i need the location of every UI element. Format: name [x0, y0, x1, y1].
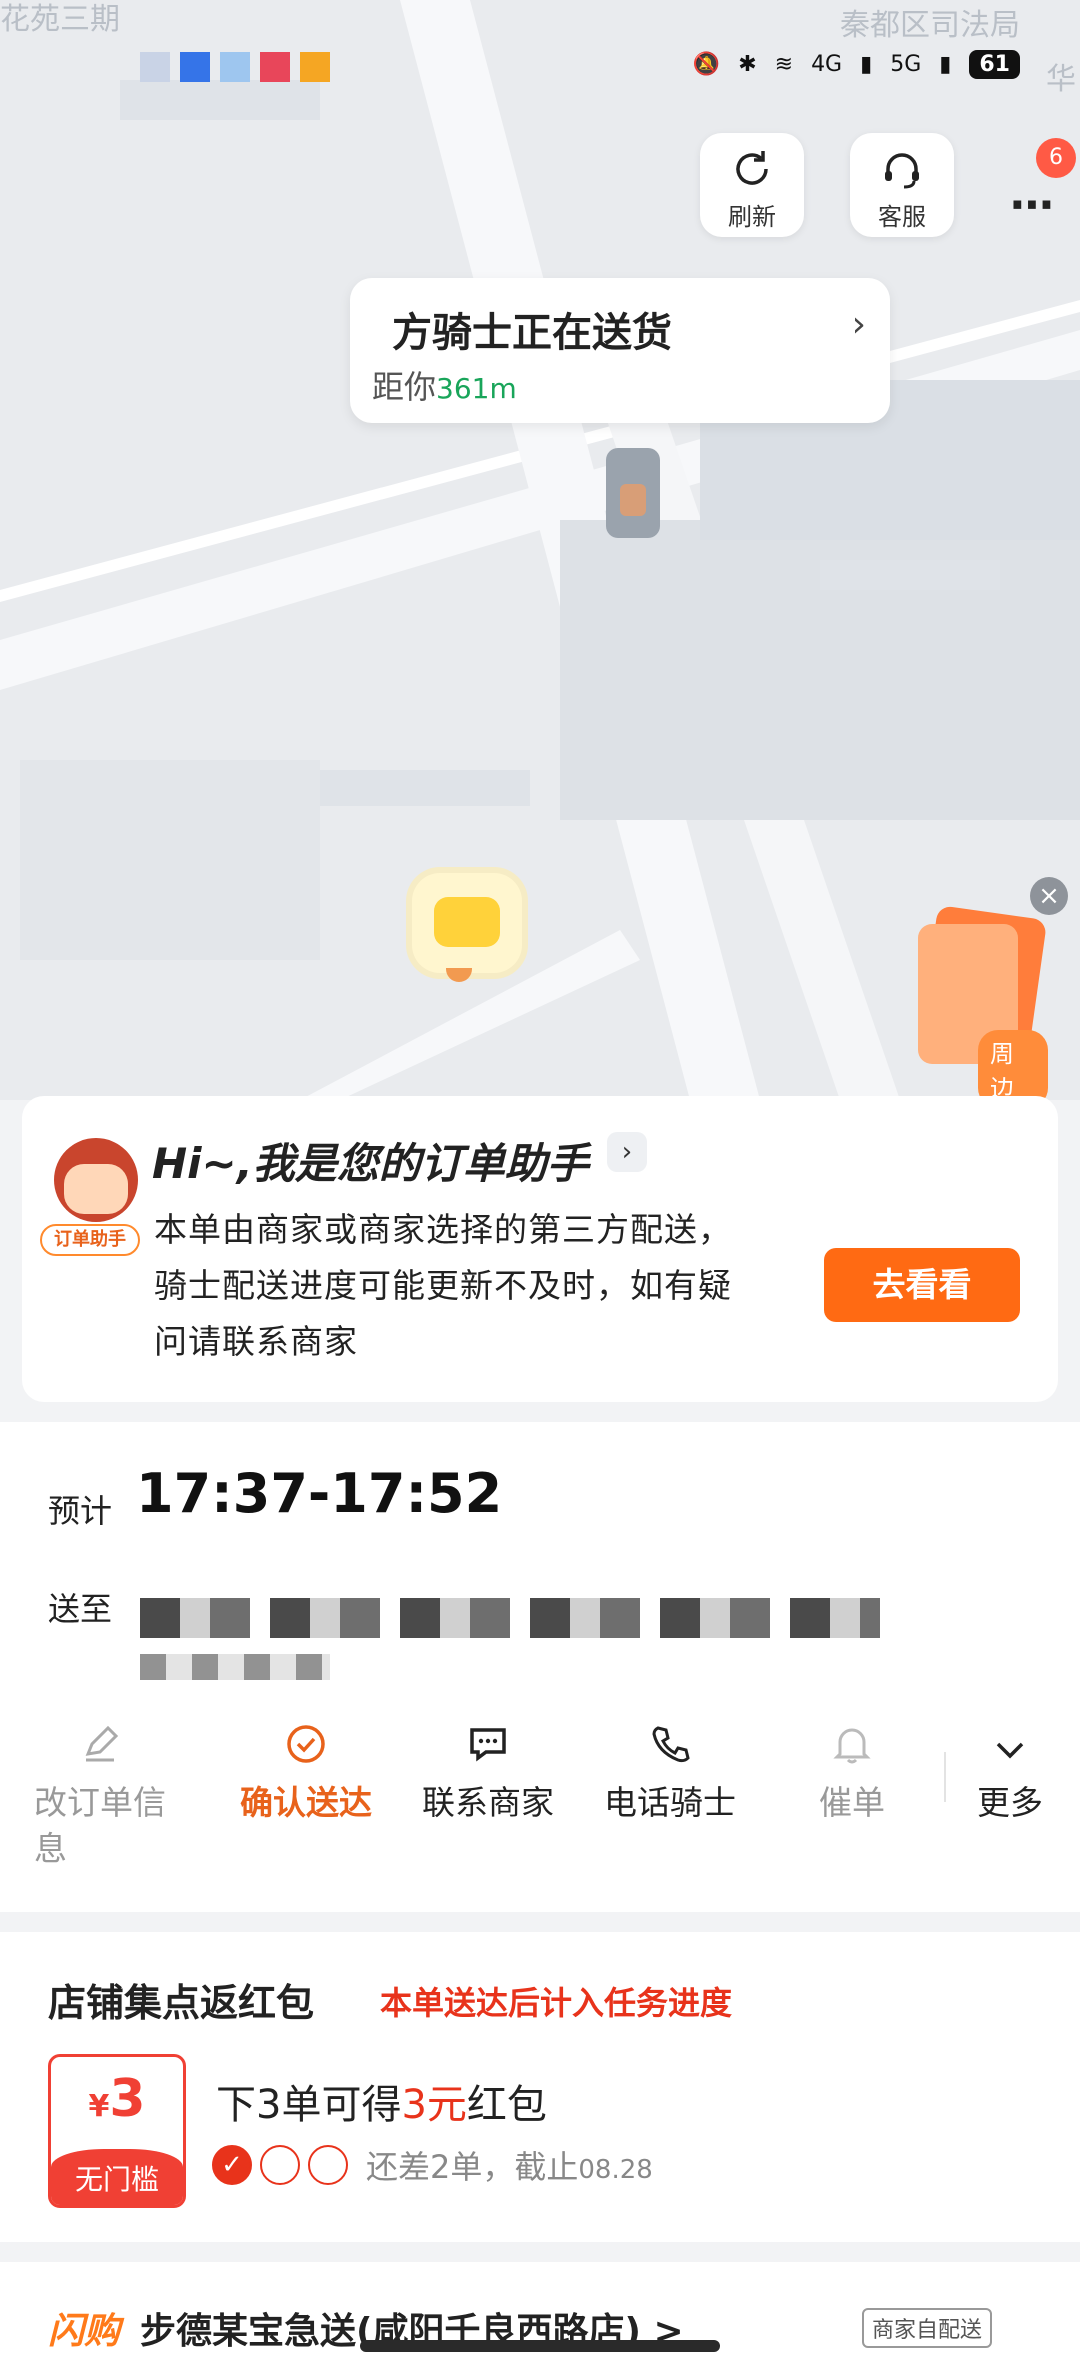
chat-icon [470, 1728, 506, 1762]
desc-suffix: 红包 [466, 2082, 547, 2128]
distance-value: 361m [436, 372, 517, 405]
delivery-type-tag: 商家自配送 [862, 2308, 993, 2348]
rider-distance: 距你361m [372, 362, 517, 408]
action-label: 联系商家 [422, 1783, 554, 1822]
phone-icon [652, 1726, 690, 1763]
eta-time: 17:37-17:52 [136, 1462, 503, 1525]
bluetooth-icon: ✱ [738, 52, 757, 77]
modify-order-button[interactable]: 改订单信息 [10, 1722, 190, 1872]
action-label: 更多 [977, 1783, 1043, 1822]
notification-icon [260, 52, 290, 82]
signal-icon: ▮ [939, 52, 952, 77]
assistant-tag: 订单助手 [40, 1224, 140, 1256]
chevron-down-icon [996, 1742, 1024, 1759]
edit-icon [85, 1725, 119, 1762]
desc-amount: 3元 [401, 2082, 467, 2128]
coupon-amount: ¥3 [51, 2069, 183, 2129]
progress-step-empty-icon [260, 2145, 300, 2185]
network-5g: 5G [890, 52, 922, 77]
assistant-message: 本单由商家或商家选择的第三方配送，骑士配送进度可能更新不及时，如有疑问请联系商家 [154, 1210, 732, 1361]
progress-text: 还差2单，截止08.28 [366, 2142, 653, 2188]
map-blurred-label [320, 770, 530, 806]
action-label: 确认送达 [240, 1783, 372, 1822]
service-label: 客服 [878, 203, 926, 231]
chevron-right-icon[interactable]: › [607, 1132, 647, 1172]
distance-prefix: 距你 [372, 368, 437, 406]
action-label: 电话骑士 [604, 1783, 736, 1822]
destination-marker[interactable] [412, 873, 522, 973]
order-assistant-card: 订单助手 Hi~,我是您的订单助手 › 本单由商家或商家选择的第三方配送，骑士配… [22, 1096, 1058, 1402]
shop-logo: 闪购 [48, 2311, 121, 2352]
nearby-widget[interactable]: 周边 [918, 905, 1048, 1108]
call-rider-button[interactable]: 电话骑士 [580, 1722, 760, 1826]
notification-icons [140, 52, 330, 82]
home-indicator[interactable] [360, 2340, 720, 2352]
progress-deadline: 08.28 [578, 2155, 653, 2185]
coupon[interactable]: ¥3 无门槛 [48, 2054, 186, 2208]
order-info-card: 预计 17:37-17:52 送至 改订单信息 确认送达 联系商家 电话骑士 催… [0, 1422, 1080, 1912]
more-options-button[interactable]: ⋯ [1010, 180, 1056, 231]
confirm-delivery-button[interactable]: 确认送达 [216, 1722, 396, 1826]
red-packet-description: 下3单可得3元红包 [216, 2072, 547, 2130]
go-view-button[interactable]: 去看看 [824, 1248, 1020, 1322]
eta-label: 预计 [48, 1492, 113, 1530]
network-4g: 4G [811, 52, 843, 77]
notification-icon [300, 52, 330, 82]
close-icon[interactable]: × [1030, 877, 1068, 915]
shop-card[interactable]: 闪购 步德某宝急送(咸阳千良西路店) > 商家自配送 [0, 2262, 1080, 2373]
refresh-icon [736, 151, 768, 185]
contact-merchant-button[interactable]: 联系商家 [398, 1722, 578, 1826]
more-actions-button[interactable]: 更多 [920, 1736, 1080, 1826]
red-packet-subtitle: 本单送达后计入任务进度 [380, 1984, 733, 2022]
urge-order-button[interactable]: 催单 [762, 1722, 942, 1826]
signal-icon: ▮ [860, 52, 873, 77]
check-circle-icon [287, 1725, 325, 1763]
coupon-value: 3 [109, 2069, 146, 2129]
wifi-icon: ≋ [774, 52, 794, 77]
progress-remaining: 还差2单，截止 [366, 2148, 579, 2186]
address-label: 送至 [48, 1590, 113, 1628]
mute-icon: 🔕 [692, 52, 721, 77]
status-bar: 🔕 ✱ ≋ 4G ▮ 5G ▮ 61 [0, 30, 1080, 110]
red-packet-progress: ✓ 还差2单，截止08.28 [212, 2142, 653, 2188]
desc-prefix: 下3单可得 [216, 2082, 402, 2128]
notification-icon [140, 52, 170, 82]
address-redacted [140, 1654, 330, 1680]
bell-icon [833, 1728, 871, 1764]
rider-marker[interactable] [606, 448, 660, 538]
red-packet-card: 店铺集点返红包 本单送达后计入任务进度 ¥3 无门槛 下3单可得3元红包 ✓ 还… [0, 1932, 1080, 2242]
coupon-condition: 无门槛 [51, 2149, 183, 2205]
address-redacted [140, 1598, 880, 1638]
assistant-title[interactable]: Hi~,我是您的订单助手 [152, 1130, 589, 1191]
notification-icon [220, 52, 250, 82]
notification-icon [180, 52, 210, 82]
red-packet-title: 店铺集点返红包 [48, 1981, 315, 2025]
order-actions: 改订单信息 确认送达 联系商家 电话骑士 催单 更多 [0, 1722, 1080, 1882]
progress-step-done-icon: ✓ [212, 2145, 252, 2185]
rider-status-card[interactable]: 方骑士正在送货 › 距你361m [350, 278, 890, 423]
map-blurred-label [820, 560, 1000, 590]
coupon-currency: ¥ [88, 2089, 110, 2124]
refresh-button[interactable]: 刷新 [700, 133, 804, 237]
headset-icon [885, 153, 919, 189]
action-label: 改订单信息 [34, 1783, 166, 1868]
rider-status-text: 方骑士正在送货 [392, 310, 672, 356]
refresh-label: 刷新 [728, 203, 776, 231]
assistant-mascot-icon: 订单助手 [40, 1128, 150, 1268]
action-label: 催单 [819, 1783, 885, 1822]
battery-indicator: 61 [969, 50, 1020, 79]
progress-step-empty-icon [308, 2145, 348, 2185]
chevron-right-icon: › [851, 304, 866, 345]
customer-service-button[interactable]: 客服 [850, 133, 954, 237]
notification-badge: 6 [1036, 138, 1076, 178]
